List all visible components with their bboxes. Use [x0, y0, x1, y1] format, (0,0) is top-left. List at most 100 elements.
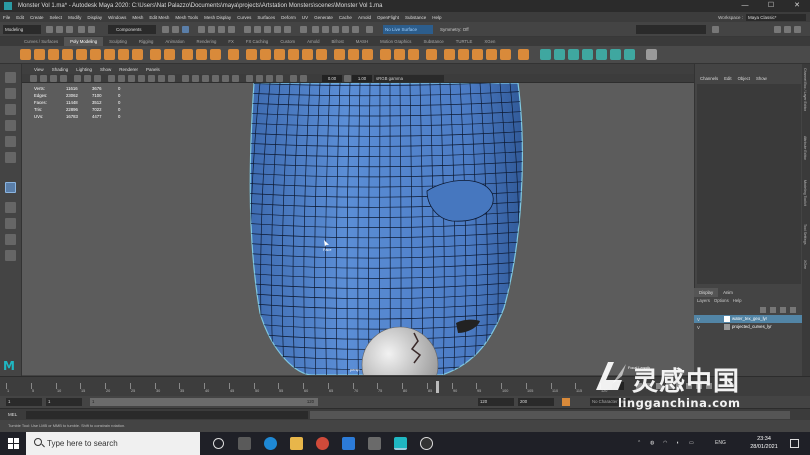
- history-icon[interactable]: [300, 26, 307, 33]
- channel-box-toggle-icon[interactable]: [794, 26, 801, 33]
- combine-icon[interactable]: [182, 49, 193, 60]
- multi-cut-icon[interactable]: [334, 49, 345, 60]
- maya-icon[interactable]: [394, 437, 407, 450]
- menu-help[interactable]: Help: [429, 15, 444, 20]
- modeling-toolkit-icon[interactable]: [774, 26, 781, 33]
- menu-surfaces[interactable]: Surfaces: [254, 15, 278, 20]
- scale-tool-icon[interactable]: [5, 152, 16, 163]
- taskbar-clock[interactable]: 23:34 28/01/2021: [750, 435, 778, 451]
- uv-editor-icon[interactable]: [540, 49, 551, 60]
- soft-select-icon[interactable]: [500, 49, 511, 60]
- lock-camera-icon[interactable]: [40, 75, 47, 82]
- gate-mask-icon[interactable]: [138, 75, 145, 82]
- circularize-icon[interactable]: [426, 49, 437, 60]
- layer-menu-help[interactable]: Help: [733, 297, 746, 305]
- extrude-icon[interactable]: [246, 49, 257, 60]
- snap-surface-icon[interactable]: [284, 26, 291, 33]
- channel-box-body[interactable]: [697, 84, 801, 284]
- safe-title-icon[interactable]: [168, 75, 175, 82]
- panel-menu-shading[interactable]: Shading: [48, 67, 73, 72]
- shelf-tab-rendering[interactable]: Rendering: [191, 37, 223, 46]
- persp-graph-layout-icon[interactable]: [5, 250, 16, 261]
- shelf-tab-rigging[interactable]: Rigging: [133, 37, 160, 46]
- xray-icon[interactable]: [256, 75, 263, 82]
- vertex-mask-icon[interactable]: [198, 26, 205, 33]
- panel-menu-show[interactable]: Show: [96, 67, 115, 72]
- color-space-dropdown[interactable]: sRGB gamma: [374, 75, 444, 82]
- mel-label[interactable]: MEL: [8, 411, 17, 419]
- perspective-viewport[interactable]: Verts: 11616 3676 0 Edges: 23062 7100 0 Faces:…: [22, 83, 694, 375]
- widgets-icon[interactable]: [238, 437, 251, 450]
- motion-blur-icon[interactable]: [300, 75, 307, 82]
- chrome-icon[interactable]: [316, 437, 329, 450]
- calculator-icon[interactable]: [368, 437, 381, 450]
- poly-torus-icon[interactable]: [76, 49, 87, 60]
- notification-icon[interactable]: [790, 439, 799, 448]
- menu-select[interactable]: Select: [47, 15, 66, 20]
- use-all-lights-icon[interactable]: [222, 75, 229, 82]
- minimize-icon[interactable]: —: [734, 0, 756, 12]
- shelf-tab-sculpting[interactable]: Sculpting: [103, 37, 133, 46]
- layer-menu-layers[interactable]: Layers: [697, 297, 714, 305]
- select-by-hierarchy-icon[interactable]: [162, 26, 169, 33]
- xray-joints-icon[interactable]: [266, 75, 273, 82]
- open-scene-icon[interactable]: [56, 26, 63, 33]
- move-tool-icon[interactable]: [5, 120, 16, 131]
- select-by-component-icon[interactable]: [182, 26, 189, 33]
- language-indicator[interactable]: ENG: [715, 440, 726, 446]
- sew-uv-icon[interactable]: [610, 49, 621, 60]
- menu-uv[interactable]: UV: [299, 15, 311, 20]
- menu-substance[interactable]: Substance: [402, 15, 429, 20]
- attribute-editor-icon[interactable]: [784, 26, 791, 33]
- shelf-tab-fx[interactable]: FX: [222, 37, 240, 46]
- target-weld-icon[interactable]: [362, 49, 373, 60]
- shelf-tab-poly-modeling[interactable]: Poly Modeling: [64, 37, 104, 46]
- uv-mask-icon[interactable]: [228, 26, 235, 33]
- vtab-xgen[interactable]: XGen: [803, 260, 807, 269]
- select-tool-icon[interactable]: [5, 72, 16, 83]
- persp-outliner-layout-icon[interactable]: [5, 234, 16, 245]
- film-gate-icon[interactable]: [118, 75, 125, 82]
- time-cursor[interactable]: [436, 381, 439, 393]
- panel-menu-renderer[interactable]: Renderer: [115, 67, 142, 72]
- gamma-icon[interactable]: [344, 75, 351, 82]
- anim-start-field[interactable]: 1: [46, 398, 82, 406]
- shelf-tab-motion-graphics[interactable]: Motion Graphics: [374, 37, 417, 46]
- workspace-dropdown[interactable]: Maya Classic*: [746, 13, 806, 21]
- platonic-solid-icon[interactable]: [118, 49, 129, 60]
- hypershade-icon[interactable]: [352, 26, 359, 33]
- save-scene-icon[interactable]: [66, 26, 73, 33]
- menu-openflight[interactable]: OpenFlight: [374, 15, 402, 20]
- vtab-modeling-toolkit[interactable]: Modeling Toolkit: [803, 180, 807, 206]
- quad-draw-icon[interactable]: [380, 49, 391, 60]
- smooth-shade-icon[interactable]: [192, 75, 199, 82]
- menu-mesh[interactable]: Mesh: [129, 15, 146, 20]
- poly-cone-icon[interactable]: [62, 49, 73, 60]
- grease-pencil-icon[interactable]: [94, 75, 101, 82]
- poly-sphere-icon[interactable]: [20, 49, 31, 60]
- file-explorer-icon[interactable]: [290, 437, 303, 450]
- menu-display[interactable]: Display: [84, 15, 105, 20]
- automatic-uv-icon[interactable]: [568, 49, 579, 60]
- lasso-tool-icon[interactable]: [5, 88, 16, 99]
- image-plane-icon[interactable]: [74, 75, 81, 82]
- textured-icon[interactable]: [212, 75, 219, 82]
- end-time-field[interactable]: 120: [478, 398, 514, 406]
- volume-icon[interactable]: ◖: [676, 440, 679, 446]
- shelf-tab-curves-surfaces[interactable]: Curves / Surfaces: [18, 37, 64, 46]
- xray-components-icon[interactable]: [276, 75, 283, 82]
- menu-mesh-display[interactable]: Mesh Display: [201, 15, 234, 20]
- vtab-tool-settings[interactable]: Tool Settings: [803, 224, 807, 245]
- ipr-render-icon[interactable]: [332, 26, 339, 33]
- network-icon[interactable]: ◍: [650, 440, 654, 446]
- menu-curves[interactable]: Curves: [234, 15, 254, 20]
- menu-mesh-tools[interactable]: Mesh Tools: [172, 15, 201, 20]
- poly-plane-icon[interactable]: [90, 49, 101, 60]
- layer-color-swatch[interactable]: [724, 316, 730, 322]
- undo-icon[interactable]: [78, 26, 85, 33]
- bounding-box-icon[interactable]: [202, 75, 209, 82]
- layer-color-swatch[interactable]: [724, 324, 730, 330]
- shelf-tab-custom[interactable]: Custom: [274, 37, 301, 46]
- shelf-tab-animation[interactable]: Animation: [159, 37, 190, 46]
- layer-tab-display[interactable]: Display: [694, 288, 719, 297]
